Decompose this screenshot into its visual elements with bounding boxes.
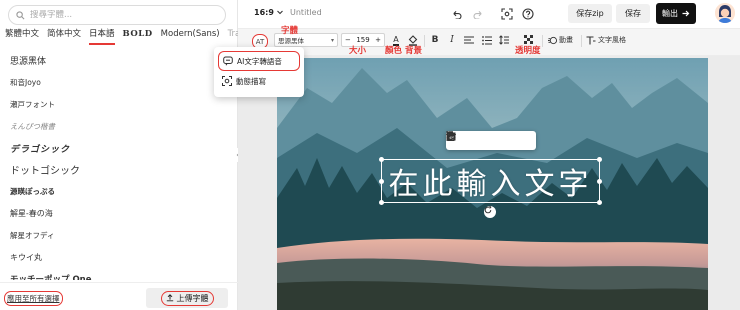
tab-modern-sans[interactable]: Modern(Sans) [161, 29, 220, 45]
lock-button[interactable] [447, 131, 497, 147]
ai-text-dropdown: AI文字轉語音 動態描寫 [214, 47, 304, 97]
text-toolbar: AT 思源黑体 ▾ − 159 + A B I 動畫 文字風格 [238, 28, 740, 56]
font-list-item[interactable]: モッチーポップ One [0, 268, 232, 280]
font-panel-footer: 應用至所有選擇 上傳字體 [0, 282, 238, 310]
rotate-icon [484, 206, 492, 214]
bold-button[interactable]: B [428, 33, 442, 47]
font-list-item[interactable]: 解星オフディ [0, 224, 232, 246]
arrow-right-icon [682, 10, 690, 17]
annotation-opacity: 透明度 [515, 46, 541, 56]
italic-button[interactable]: I [445, 33, 459, 47]
toolbar-divider [581, 35, 582, 47]
preview-button[interactable] [499, 6, 515, 22]
apply-to-all-link[interactable]: 應用至所有選擇 [4, 291, 63, 306]
animation-button[interactable]: 動畫 [548, 33, 573, 47]
tab-simplified-chinese[interactable]: 简体中文 [47, 29, 81, 45]
animation-icon [548, 36, 557, 44]
element-floating-toolbar [446, 131, 536, 150]
document-title[interactable]: Untitled [290, 8, 322, 17]
redo-icon [473, 10, 482, 19]
redo-button[interactable] [470, 6, 486, 22]
editor-app: 繁體中文 简体中文 日本語 BOLD Modern(Sans) Trad 思源黑… [0, 0, 740, 310]
tab-traditional-chinese[interactable]: 繁體中文 [5, 29, 39, 45]
canvas-text[interactable]: 在此輸入文字 [382, 160, 599, 202]
font-size-decrease[interactable]: − [345, 36, 351, 44]
animation-label: 動畫 [559, 36, 573, 44]
font-list-item[interactable]: 源暎ぽっぷる [0, 181, 232, 203]
tab-bold[interactable]: BOLD [123, 29, 153, 45]
top-bar: 16:9 Untitled 保存zip 保存 輸出 [238, 0, 740, 28]
canvas[interactable]: 在此輸入文字 [277, 58, 708, 310]
upload-font-inner: 上傳字體 [160, 290, 214, 306]
font-panel: 繁體中文 简体中文 日本語 BOLD Modern(Sans) Trad 思源黑… [0, 0, 246, 310]
font-list-item[interactable]: キウイ丸 [0, 246, 232, 268]
avatar[interactable] [715, 3, 735, 23]
font-family-value: 思源黑体 [278, 37, 304, 45]
export-label: 輸出 [662, 9, 678, 18]
font-list-item[interactable]: 和音Joyo [0, 72, 232, 94]
font-list: 思源黑体 和音Joyo 瀬戸フォント えんぴつ楷書 デラゴシック ドットゴシック… [0, 50, 232, 280]
annotation-font: 字體 [281, 26, 299, 36]
toolbar-divider [542, 35, 543, 47]
font-list-item[interactable]: 解星-春の海 [0, 203, 232, 225]
text-element[interactable]: 在此輸入文字 [379, 157, 602, 205]
align-left-icon [464, 35, 474, 44]
user-avatar-icon [715, 3, 735, 23]
aspect-ratio-label: 16:9 [254, 8, 274, 17]
rotate-handle[interactable] [484, 206, 496, 218]
annotation-size: 大小 [349, 46, 367, 56]
upload-font-label: 上傳字體 [176, 293, 209, 303]
help-icon [522, 8, 534, 20]
layer-button[interactable] [446, 131, 481, 147]
delete-button[interactable] [446, 131, 530, 147]
tab-japanese[interactable]: 日本語 [89, 29, 115, 45]
canvas-workspace: 在此輸入文字 [238, 56, 740, 310]
font-list-item[interactable]: えんぴつ楷書 [0, 115, 232, 137]
save-button[interactable]: 保存 [616, 4, 650, 23]
upload-font-button[interactable]: 上傳字體 [146, 288, 228, 308]
text-style-button[interactable]: 文字風格 [586, 33, 626, 47]
preview-icon [501, 8, 513, 20]
search-icon [16, 10, 25, 19]
spacing-button[interactable] [497, 33, 511, 47]
annotation-background: 背景 [405, 46, 423, 56]
save-zip-button[interactable]: 保存zip [568, 4, 612, 23]
ai-text-to-speech-option[interactable]: AI文字轉語音 [218, 51, 300, 71]
font-list-item[interactable]: 思源黑体 [0, 50, 232, 72]
ai-text-icon: AT [255, 37, 265, 46]
annotation-color: 顏色 [385, 46, 403, 56]
font-list-item[interactable]: 瀬戸フォント [0, 94, 232, 116]
chevron-down-icon [277, 10, 283, 15]
font-search[interactable] [8, 5, 226, 25]
export-button[interactable]: 輸出 [656, 3, 696, 24]
font-list-item[interactable]: ドットゴシック [0, 159, 232, 181]
list-button[interactable] [480, 33, 494, 47]
speech-icon [223, 56, 233, 66]
upload-icon [166, 294, 173, 302]
toolbar-divider [424, 35, 425, 47]
motion-description-option[interactable]: 動態描寫 [218, 71, 300, 91]
font-size-increase[interactable]: + [375, 36, 381, 44]
text-style-label: 文字風格 [598, 36, 626, 44]
list-icon [482, 35, 492, 45]
ai-text-to-speech-label: AI文字轉語音 [237, 56, 282, 66]
font-size-value[interactable]: 159 [356, 36, 369, 44]
duplicate-button[interactable] [446, 131, 513, 147]
text-style-icon [586, 35, 596, 44]
font-search-input[interactable] [30, 10, 210, 20]
chevron-down-icon: ▾ [330, 37, 334, 44]
undo-button[interactable] [448, 6, 464, 22]
motion-description-label: 動態描寫 [236, 76, 266, 86]
undo-icon [452, 10, 461, 19]
align-button[interactable] [462, 33, 476, 47]
font-list-item[interactable]: デラゴシック [0, 137, 232, 159]
aspect-ratio-selector[interactable]: 16:9 [254, 8, 283, 17]
motion-icon [222, 76, 232, 86]
help-button[interactable] [520, 6, 536, 22]
line-spacing-icon [499, 35, 509, 45]
font-category-tabs: 繁體中文 简体中文 日本語 BOLD Modern(Sans) Trad [5, 29, 246, 45]
trash-icon [446, 131, 456, 141]
